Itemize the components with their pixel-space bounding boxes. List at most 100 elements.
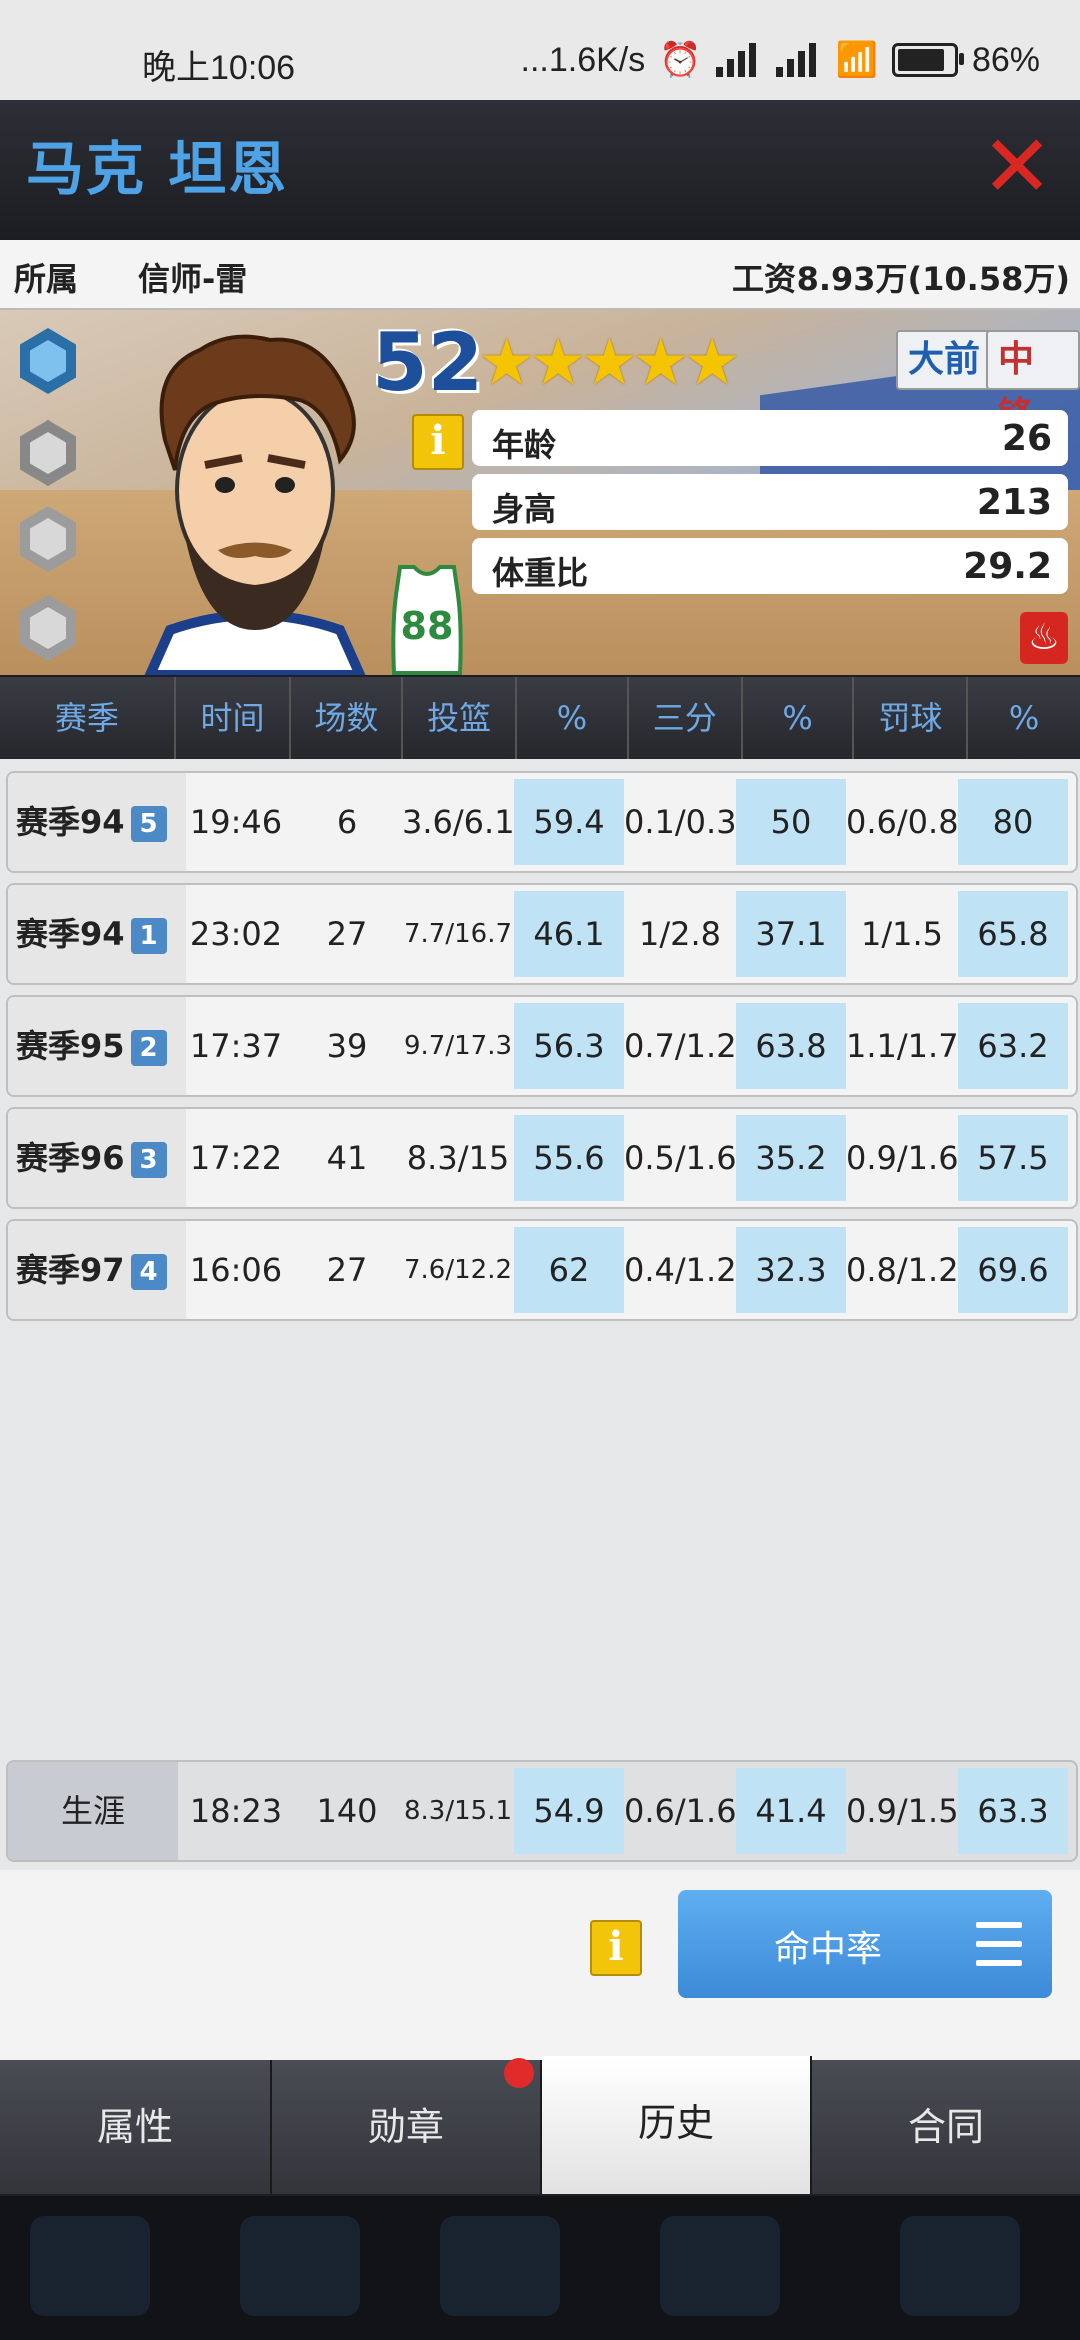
wifi-icon: 📶 xyxy=(835,41,878,79)
games-cell: 140 xyxy=(316,1792,378,1830)
games-cell: 27 xyxy=(326,915,368,953)
time-cell: 16:06 xyxy=(189,1251,283,1289)
tab-medals[interactable]: 勋章 xyxy=(272,2060,542,2194)
salary-label: 工资 xyxy=(732,260,797,298)
attr-height: 身高 213 xyxy=(472,474,1068,530)
season-badge: 2 xyxy=(130,1030,167,1066)
battery-level xyxy=(897,49,944,71)
nav-ghost-icon xyxy=(900,2216,1020,2316)
three-cell: 0.6/1.6 xyxy=(624,1792,737,1830)
attr-value: 26 xyxy=(1001,418,1052,459)
season-badge: 1 xyxy=(130,918,167,954)
ft-pct-cell: 63.2 xyxy=(958,1003,1068,1089)
team-salary-row: 所属 信师-雷 工资 8.93万(10.58万) xyxy=(0,240,1080,310)
close-icon[interactable]: ✕ xyxy=(978,124,1056,210)
ft-cell: 0.8/1.2 xyxy=(846,1251,959,1289)
time-cell: 19:46 xyxy=(189,803,283,841)
battery-icon xyxy=(891,43,964,77)
bottom-controls: i 命中率 xyxy=(0,1870,1080,2060)
info-icon[interactable]: i xyxy=(590,1920,642,1976)
fg-cell: 7.7/16.7 xyxy=(404,919,512,949)
fire-icon[interactable]: ♨ xyxy=(1020,612,1068,664)
tab-history[interactable]: 历史 xyxy=(542,2056,812,2194)
team-label: 所属 xyxy=(14,260,79,298)
ft-cell: 0.9/1.5 xyxy=(846,1792,959,1830)
three-pct-cell: 35.2 xyxy=(736,1115,846,1201)
three-cell: 0.4/1.2 xyxy=(624,1251,737,1289)
col-season: 赛季 xyxy=(0,677,176,759)
table-row[interactable]: 赛季94 1 23:02 27 7.7/16.7 46.1 1/2.8 37.1 … xyxy=(6,883,1078,985)
games-cell: 39 xyxy=(326,1027,368,1065)
tab-bar: 属性 勋章 历史 合同 xyxy=(0,2056,1080,2196)
jersey-number: 88 xyxy=(401,604,454,648)
ft-cell: 0.6/0.8 xyxy=(846,803,959,841)
ft-cell: 1/1.5 xyxy=(860,915,944,953)
three-cell: 1/2.8 xyxy=(638,915,722,953)
player-header: 马克 坦恩 ✕ xyxy=(0,100,1080,240)
background-nav-strip xyxy=(0,2196,1080,2340)
medal-badge-icon[interactable] xyxy=(20,328,76,394)
three-pct-cell: 37.1 xyxy=(736,891,846,977)
season-cell: 赛季96 3 xyxy=(8,1109,186,1207)
time-cell: 17:22 xyxy=(189,1139,283,1177)
attr-label: 身高 xyxy=(492,490,557,528)
three-cell: 0.1/0.3 xyxy=(624,803,737,841)
games-cell: 27 xyxy=(326,1251,368,1289)
medal-badge-empty-icon[interactable] xyxy=(20,420,76,486)
season-badge: 4 xyxy=(130,1254,167,1290)
player-avatar xyxy=(144,334,366,675)
time-cell: 17:37 xyxy=(189,1027,283,1065)
attr-value: 29.2 xyxy=(963,546,1052,587)
three-pct-cell: 32.3 xyxy=(736,1227,846,1313)
fg-pct-cell: 46.1 xyxy=(514,891,624,977)
hit-rate-label: 命中率 xyxy=(773,1929,882,1970)
position-c-badge: 中锋 xyxy=(986,330,1080,436)
attr-age: 年龄 26 xyxy=(472,410,1068,466)
network-speed: ...1.6K/s xyxy=(520,40,646,79)
signal-icon-2 xyxy=(775,43,822,77)
attr-weight-ratio: 体重比 29.2 xyxy=(472,538,1068,594)
signal-icon xyxy=(715,43,762,77)
tab-attributes[interactable]: 属性 xyxy=(0,2060,272,2194)
three-pct-cell: 50 xyxy=(736,779,846,865)
ft-pct-cell: 65.8 xyxy=(958,891,1068,977)
attr-label: 体重比 xyxy=(492,554,589,592)
time-cell: 23:02 xyxy=(189,915,283,953)
ft-pct-cell: 63.3 xyxy=(958,1768,1068,1854)
three-cell: 0.5/1.6 xyxy=(624,1139,737,1177)
table-row[interactable]: 赛季97 4 16:06 27 7.6/12.2 62 0.4/1.2 32.3 … xyxy=(6,1219,1078,1321)
player-rating: 52 xyxy=(372,316,484,409)
career-label: 生涯 xyxy=(8,1762,178,1860)
table-row[interactable]: 赛季94 5 19:46 6 3.6/6.1 59.4 0.1/0.3 50 0.… xyxy=(6,771,1078,873)
fg-cell: 9.7/17.3 xyxy=(404,1031,512,1061)
col-three-pct: % xyxy=(743,677,855,759)
status-bar: 晚上10:06 ...1.6K/s ⏰ 📶 86% xyxy=(0,0,1080,100)
info-icon[interactable]: i xyxy=(412,414,464,470)
salary-value: 8.93万(10.58万) xyxy=(796,260,1070,298)
fg-cell: 8.3/15.1 xyxy=(404,1796,512,1826)
nav-ghost-icon xyxy=(240,2216,360,2316)
table-row[interactable]: 赛季95 2 17:37 39 9.7/17.3 56.3 0.7/1.2 63.… xyxy=(6,995,1078,1097)
attr-value: 213 xyxy=(976,482,1052,523)
ft-cell: 0.9/1.6 xyxy=(846,1139,959,1177)
nav-ghost-icon xyxy=(30,2216,150,2316)
col-three: 三分 xyxy=(629,677,743,759)
col-time: 时间 xyxy=(176,677,292,759)
col-games: 场数 xyxy=(291,677,404,759)
fg-pct-cell: 62 xyxy=(514,1227,624,1313)
fg-cell: 7.6/12.2 xyxy=(404,1255,512,1285)
menu-icon xyxy=(976,1922,1022,1966)
clock: 晚上10:06 xyxy=(142,49,296,87)
notification-dot xyxy=(504,2058,534,2088)
hit-rate-dropdown[interactable]: 命中率 xyxy=(678,1890,1052,1998)
fg-pct-cell: 59.4 xyxy=(514,779,624,865)
battery-percent: 86% xyxy=(971,40,1040,79)
career-row: 生涯 18:23 140 8.3/15.1 54.9 0.6/1.6 41.4 … xyxy=(6,1760,1078,1862)
team-name: 信师-雷 xyxy=(138,260,248,298)
col-fg: 投篮 xyxy=(403,677,518,759)
season-cell: 赛季94 5 xyxy=(8,773,186,871)
fg-cell: 3.6/6.1 xyxy=(402,803,515,841)
tab-contract[interactable]: 合同 xyxy=(812,2060,1080,2194)
table-row[interactable]: 赛季96 3 17:22 41 8.3/15 55.6 0.5/1.6 35.2 … xyxy=(6,1107,1078,1209)
ft-pct-cell: 57.5 xyxy=(958,1115,1068,1201)
